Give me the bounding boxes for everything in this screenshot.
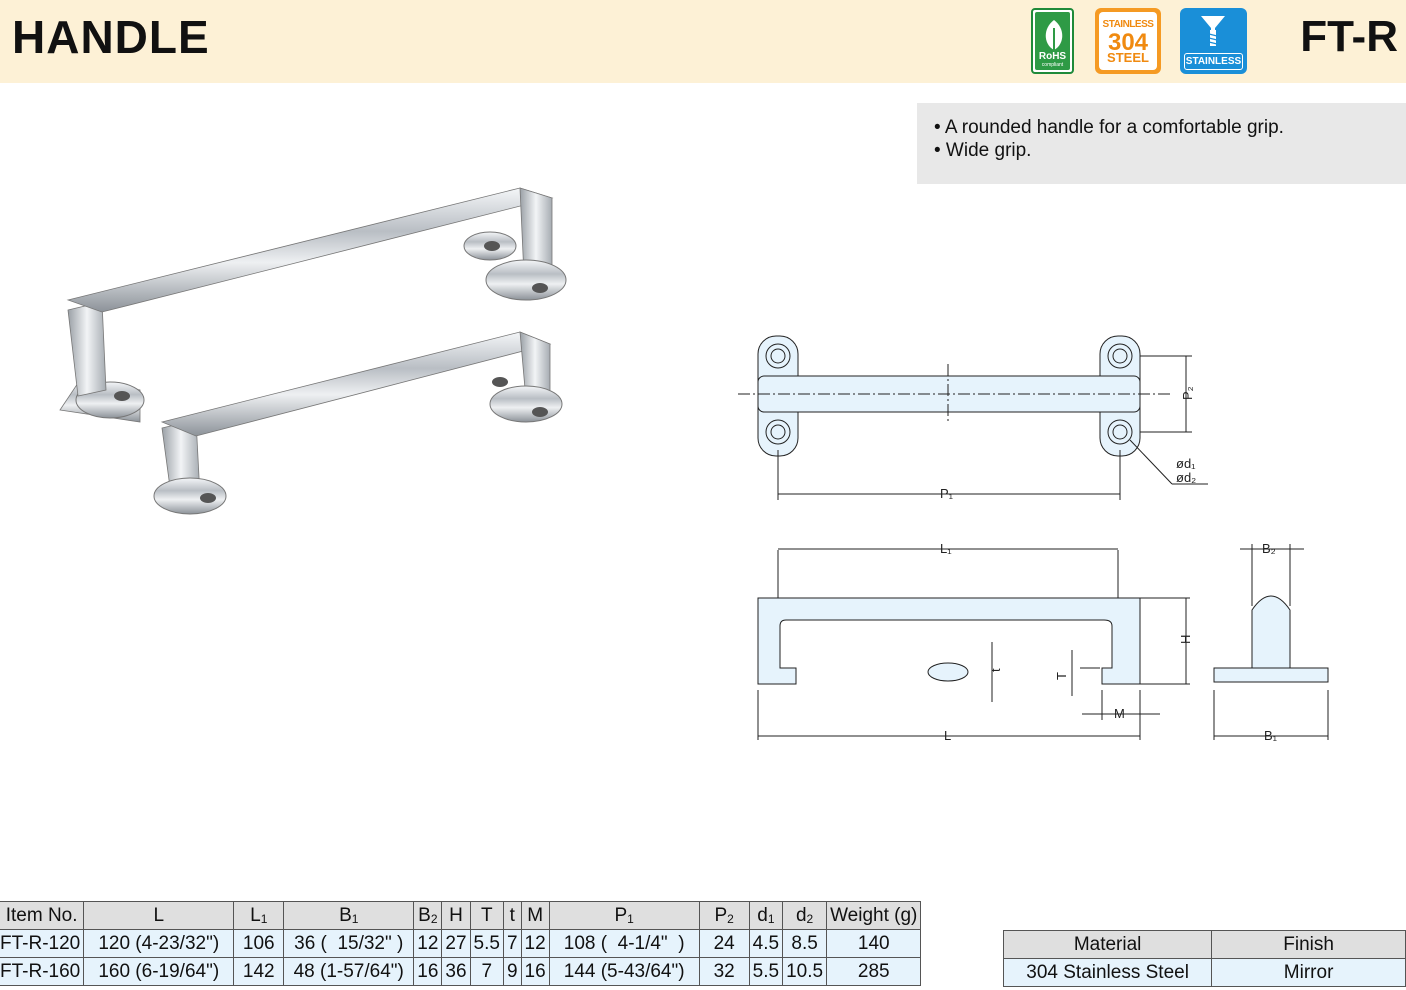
material-value: 304 Stainless Steel bbox=[1002, 958, 1213, 987]
table-cell: 16 bbox=[520, 957, 550, 986]
table-cell: 144 (5-43/64") bbox=[548, 957, 700, 986]
table-cell: 142 bbox=[233, 957, 285, 986]
col-weight: Weight (g) bbox=[826, 901, 922, 930]
stainless-screw-badge: STAINLESS bbox=[1180, 8, 1247, 74]
col-B1: B1 bbox=[283, 901, 415, 930]
stainless-label: STAINLESS bbox=[1185, 56, 1242, 67]
table-cell: 24 bbox=[698, 929, 750, 958]
rohs-label: RoHS bbox=[1038, 51, 1067, 62]
label-T: T bbox=[1054, 672, 1069, 680]
table-cell: 36 bbox=[441, 957, 471, 986]
col-finish: Finish bbox=[1211, 930, 1406, 959]
table-cell: 108 ( 4-1/4" ) bbox=[548, 929, 700, 958]
table-row: FT-R-120 120 (4-23/32") 106 36 ( 15/32" … bbox=[0, 929, 922, 958]
material-table-header: Material Finish bbox=[1002, 930, 1406, 959]
label-L: L bbox=[944, 728, 951, 743]
label-d1: ød₁ bbox=[1176, 456, 1196, 471]
stainless-304-badge: STAINLESS 304 STEEL bbox=[1095, 8, 1161, 74]
table-cell: 5.5 bbox=[469, 929, 504, 958]
col-t: t bbox=[502, 901, 522, 930]
label-H: H bbox=[1178, 635, 1193, 644]
col-item-no: Item No. bbox=[0, 901, 85, 930]
col-material: Material bbox=[1002, 930, 1213, 959]
col-P1: P1 bbox=[548, 901, 700, 930]
table-cell: 16 bbox=[413, 957, 443, 986]
table-cell: 106 bbox=[233, 929, 285, 958]
table-cell: 120 (4-23/32") bbox=[83, 929, 235, 958]
table-cell: 32 bbox=[698, 957, 750, 986]
label-t: t bbox=[988, 668, 1003, 672]
page-header: HANDLE RoHS compliant STAINLESS 304 STEE… bbox=[0, 0, 1406, 83]
feature-item: • A rounded handle for a comfortable gri… bbox=[934, 117, 1284, 138]
stainless-304-badge-inner: STAINLESS 304 STEEL bbox=[1099, 12, 1157, 70]
table-cell: FT-R-120 bbox=[0, 929, 85, 958]
table-cell: 140 bbox=[826, 929, 922, 958]
table-cell: 285 bbox=[826, 957, 922, 986]
table-cell: 4.5 bbox=[748, 929, 784, 958]
page-title: HANDLE bbox=[12, 11, 210, 63]
rohs-badge: RoHS compliant bbox=[1031, 8, 1074, 74]
rohs-sublabel: compliant bbox=[1041, 62, 1064, 68]
model-code: FT-R bbox=[1300, 12, 1398, 61]
label-B1: B₁ bbox=[1264, 728, 1278, 743]
table-cell: 5.5 bbox=[748, 957, 784, 986]
table-row: FT-R-160 160 (6-19/64") 142 48 (1-57/64"… bbox=[0, 957, 922, 986]
col-d2: d2 bbox=[782, 901, 828, 930]
label-L1: L₁ bbox=[940, 541, 952, 556]
col-L1: L1 bbox=[233, 901, 285, 930]
label-B2: B₂ bbox=[1262, 541, 1276, 556]
material-table: Material Finish 304 Stainless Steel Mirr… bbox=[1002, 930, 1406, 987]
front-view bbox=[757, 548, 1190, 740]
table-cell: 48 (1-57/64") bbox=[283, 957, 415, 986]
table-cell: 9 bbox=[502, 957, 522, 986]
table-cell: 7 bbox=[502, 929, 522, 958]
small-handle-image bbox=[153, 331, 563, 515]
table-cell: 12 bbox=[413, 929, 443, 958]
table-cell: 8.5 bbox=[782, 929, 828, 958]
features-box: • A rounded handle for a comfortable gri… bbox=[917, 103, 1406, 184]
col-B2: B2 bbox=[413, 901, 443, 930]
technical-drawing: P₂ P₁ ød₁ ød₂ L₁ L H T t M B₂ B₁ bbox=[738, 335, 1329, 743]
side-view bbox=[1213, 544, 1329, 740]
table-cell: 160 (6-19/64") bbox=[83, 957, 235, 986]
table-cell: 10.5 bbox=[782, 957, 828, 986]
finish-value: Mirror bbox=[1211, 958, 1406, 987]
col-H: H bbox=[441, 901, 471, 930]
col-T: T bbox=[469, 901, 504, 930]
stainless-304-line3: STEEL bbox=[1107, 50, 1149, 65]
col-P2: P2 bbox=[698, 901, 750, 930]
label-d2: ød₂ bbox=[1176, 470, 1196, 485]
feature-item: • Wide grip. bbox=[934, 140, 1032, 161]
col-L: L bbox=[83, 901, 235, 930]
screw-icon bbox=[1201, 16, 1225, 46]
table-cell: 12 bbox=[520, 929, 550, 958]
table-row: 304 Stainless Steel Mirror bbox=[1002, 958, 1406, 987]
label-M: M bbox=[1114, 706, 1125, 721]
top-view bbox=[738, 335, 1208, 500]
col-d1: d1 bbox=[748, 901, 784, 930]
table-cell: FT-R-160 bbox=[0, 957, 85, 986]
table-cell: 36 ( 15/32" ) bbox=[283, 929, 415, 958]
rohs-badge-background: RoHS compliant bbox=[1035, 12, 1070, 70]
table-cell: 7 bbox=[469, 957, 504, 986]
spec-table: Item No. L L1 B1 B2 H T t M P1 P2 d1 d2 … bbox=[0, 901, 922, 986]
spec-table-header: Item No. L L1 B1 B2 H T t M P1 P2 d1 d2 … bbox=[0, 901, 922, 930]
label-P2: P₂ bbox=[1180, 386, 1195, 400]
table-cell: 27 bbox=[441, 929, 471, 958]
label-P1: P₁ bbox=[940, 486, 954, 501]
col-M: M bbox=[520, 901, 550, 930]
product-photo bbox=[59, 187, 567, 515]
